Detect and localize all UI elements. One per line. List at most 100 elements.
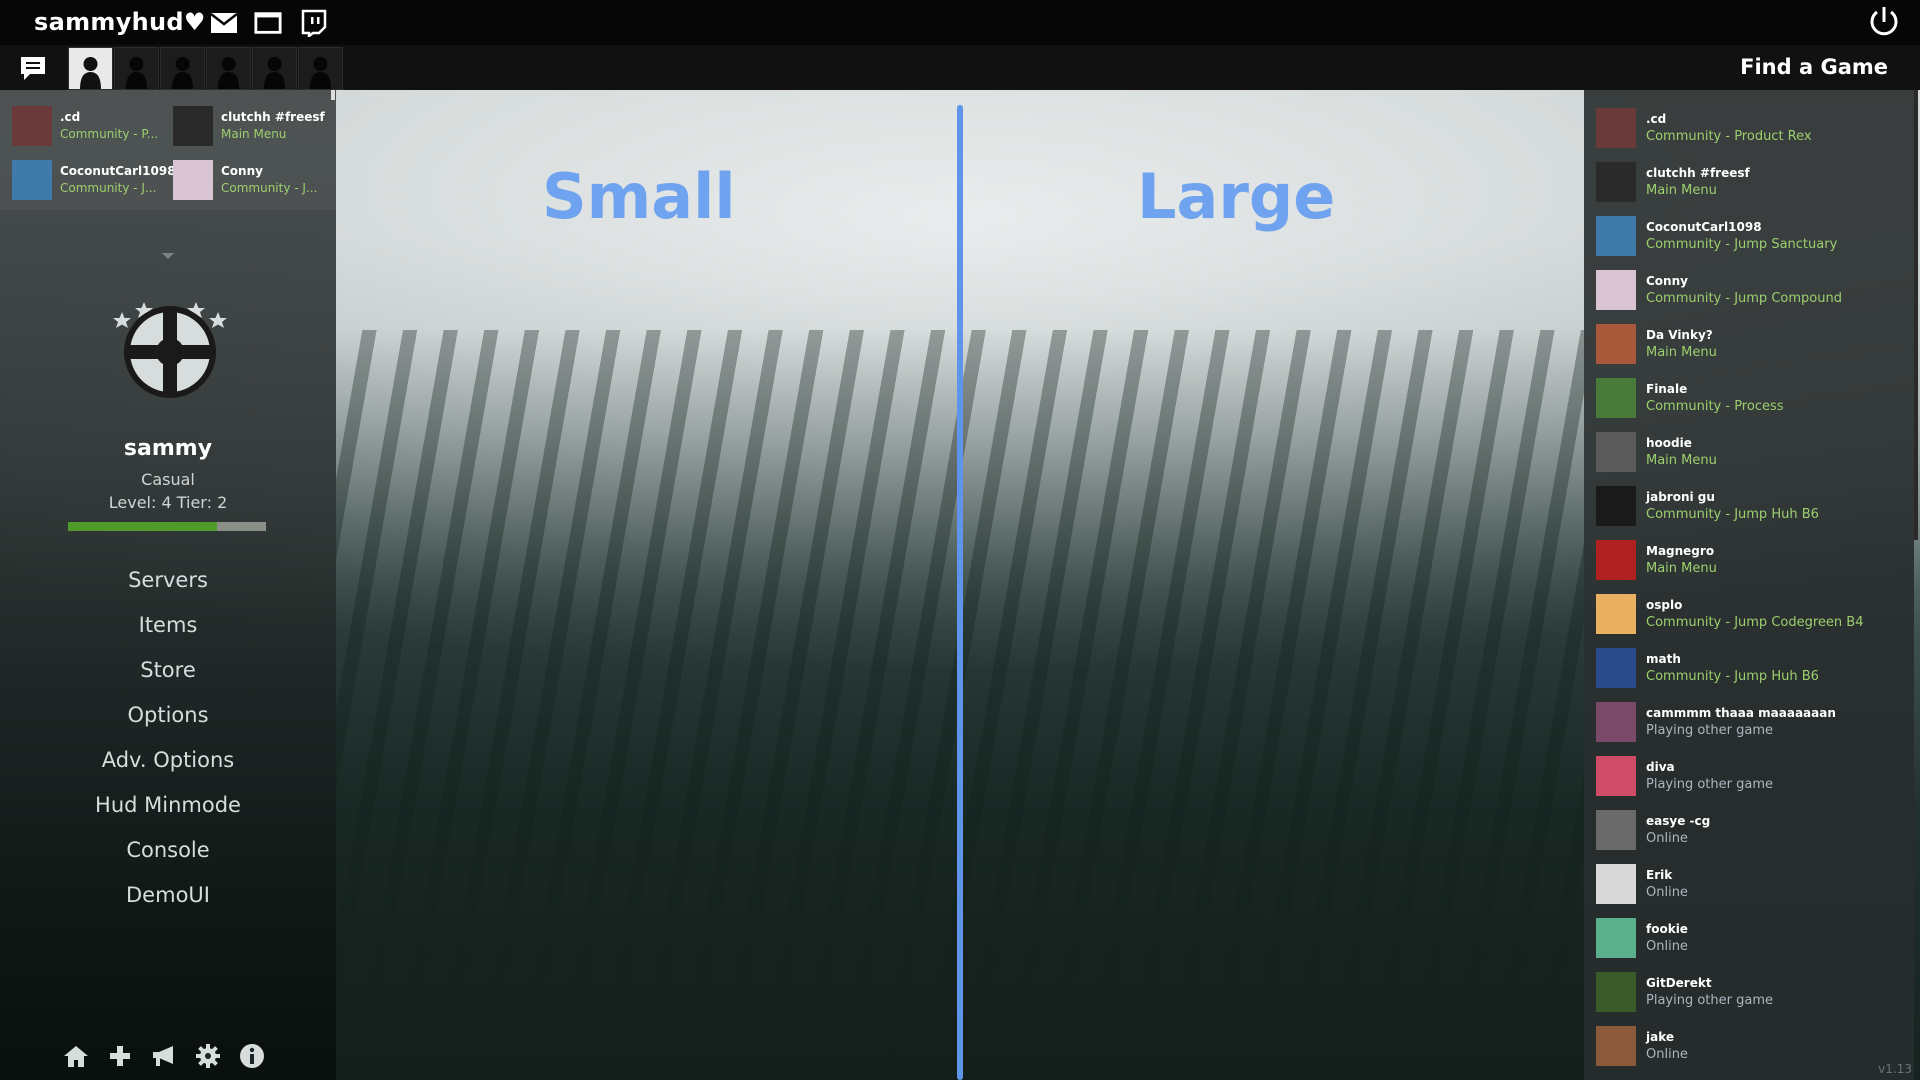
friend-row[interactable]: fookie Online <box>1596 918 1896 962</box>
friends-scrollbar[interactable] <box>1914 90 1918 540</box>
top-bar: sammyhud♥ <box>0 0 1920 45</box>
avatar <box>1596 702 1636 742</box>
mini-friend[interactable]: .cd Community - P... <box>0 102 160 146</box>
avatar <box>1596 486 1636 526</box>
friend-name: hoodie <box>1646 436 1692 450</box>
party-slot[interactable] <box>114 47 159 90</box>
friend-status: Community - Product Rex <box>1646 129 1812 144</box>
friend-name: Magnegro <box>1646 544 1715 558</box>
chat-icon[interactable] <box>18 54 48 82</box>
friend-row[interactable]: jake Online <box>1596 1026 1896 1070</box>
friend-name: Conny <box>1646 274 1688 288</box>
mini-friends-scrollbar[interactable] <box>331 90 335 100</box>
friend-row[interactable]: osplo Community - Jump Codegreen B4 <box>1596 594 1896 638</box>
friend-row[interactable]: easye -cg Online <box>1596 810 1896 854</box>
friends-panel: .cd Community - Product Rex clutchh #frees… <box>1584 90 1914 1080</box>
friend-row[interactable]: Magnegro Main Menu <box>1596 540 1896 584</box>
friend-row[interactable]: Erik Online <box>1596 864 1896 908</box>
menu-item-store[interactable]: Store <box>0 648 336 693</box>
friend-row[interactable]: Finale Community - Process <box>1596 378 1896 422</box>
friend-status: Main Menu <box>1646 561 1717 576</box>
mini-friend[interactable]: clutchh #freesf Main Menu <box>161 102 325 146</box>
avatar <box>1596 108 1636 148</box>
avatar <box>1596 756 1636 796</box>
avatar <box>1596 162 1636 202</box>
friend-name: easye -cg <box>1646 814 1711 828</box>
avatar <box>173 106 213 146</box>
friend-status: Community - Jump Codegreen B4 <box>1646 615 1864 630</box>
menu-item-options[interactable]: Options <box>0 693 336 738</box>
menu-item-items[interactable]: Items <box>0 603 336 648</box>
bottom-icons <box>62 1042 266 1070</box>
small-label: Small <box>542 160 736 233</box>
avatar <box>1596 594 1636 634</box>
avatar <box>1596 378 1636 418</box>
gear-icon[interactable] <box>194 1042 222 1070</box>
party-slot[interactable] <box>160 47 205 90</box>
friend-name: clutchh #freesf <box>221 110 325 124</box>
friend-name: jabroni gu <box>1646 490 1715 504</box>
avatar <box>173 160 213 200</box>
friend-row[interactable]: Da Vinky? Main Menu <box>1596 324 1896 368</box>
friend-row[interactable]: math Community - Jump Huh B6 <box>1596 648 1896 692</box>
friend-status: Playing other game <box>1646 777 1773 792</box>
avatar <box>1596 432 1636 472</box>
party-slot[interactable] <box>252 47 297 90</box>
friend-status: Main Menu <box>221 127 287 141</box>
friend-row[interactable]: Conny Community - Jump Compound <box>1596 270 1896 314</box>
friend-name: .cd <box>1646 112 1667 126</box>
party-slot[interactable] <box>206 47 251 90</box>
mail-icon[interactable] <box>210 10 238 36</box>
profile-name: sammy <box>123 436 213 461</box>
menu-item-console[interactable]: Console <box>0 828 336 873</box>
friend-row[interactable]: hoodie Main Menu <box>1596 432 1896 476</box>
plus-icon[interactable] <box>106 1042 134 1070</box>
menu-item-hud-minmode[interactable]: Hud Minmode <box>0 783 336 828</box>
friend-name: Conny <box>221 164 263 178</box>
megaphone-icon[interactable] <box>150 1042 178 1070</box>
version-label: v1.13 <box>1878 1062 1912 1076</box>
avatar <box>1596 864 1636 904</box>
avatar <box>12 160 52 200</box>
mini-friend[interactable]: CoconutCarl1098 Community - J... <box>0 156 176 200</box>
friend-row[interactable]: cammmm thaaa maaaaaaan Playing other game <box>1596 702 1896 746</box>
profile-rank: Casual <box>141 470 195 489</box>
party-slot[interactable] <box>68 47 113 90</box>
avatar <box>1596 972 1636 1012</box>
friend-name: Da Vinky? <box>1646 328 1713 342</box>
friend-row[interactable]: clutchh #freesf Main Menu <box>1596 162 1896 206</box>
menu-item-adv-options[interactable]: Adv. Options <box>0 738 336 783</box>
power-icon[interactable] <box>1866 4 1902 40</box>
window-icon[interactable] <box>254 10 282 36</box>
friend-name: CoconutCarl1098 <box>60 164 176 178</box>
avatar <box>1596 810 1636 850</box>
menu-item-demoui[interactable]: DemoUI <box>0 873 336 918</box>
friend-status: Community - Jump Huh B6 <box>1646 507 1819 522</box>
friend-row[interactable]: GitDerekt Playing other game <box>1596 972 1896 1016</box>
chevron-down-icon[interactable] <box>162 253 174 259</box>
menu-item-servers[interactable]: Servers <box>0 558 336 603</box>
find-game-button[interactable]: Find a Game <box>1740 55 1888 79</box>
friend-status: Community - Process <box>1646 399 1784 414</box>
twitch-icon[interactable] <box>300 9 328 37</box>
mini-friend[interactable]: Conny Community - J... <box>161 156 321 200</box>
friend-row[interactable]: .cd Community - Product Rex <box>1596 108 1896 152</box>
profile-level: Level: 4 Tier: 2 <box>108 493 228 512</box>
friend-status: Community - P... <box>60 127 159 141</box>
home-icon[interactable] <box>62 1042 90 1070</box>
tf2-logo-icon <box>113 302 227 398</box>
friend-row[interactable]: jabroni gu Community - Jump Huh B6 <box>1596 486 1896 530</box>
friend-status: Playing other game <box>1646 723 1773 738</box>
friend-status: Online <box>1646 831 1688 846</box>
avatar <box>1596 918 1636 958</box>
info-icon[interactable] <box>238 1042 266 1070</box>
friend-name: clutchh #freesf <box>1646 166 1750 180</box>
friend-row[interactable]: diva Playing other game <box>1596 756 1896 800</box>
friend-name: GitDerekt <box>1646 976 1712 990</box>
friend-row[interactable]: CoconutCarl1098 Community - Jump Sanctuar… <box>1596 216 1896 260</box>
center-divider <box>957 105 963 1080</box>
party-slots <box>68 47 343 90</box>
friend-name: fookie <box>1646 922 1688 936</box>
avatar <box>1596 540 1636 580</box>
party-slot[interactable] <box>298 47 343 90</box>
